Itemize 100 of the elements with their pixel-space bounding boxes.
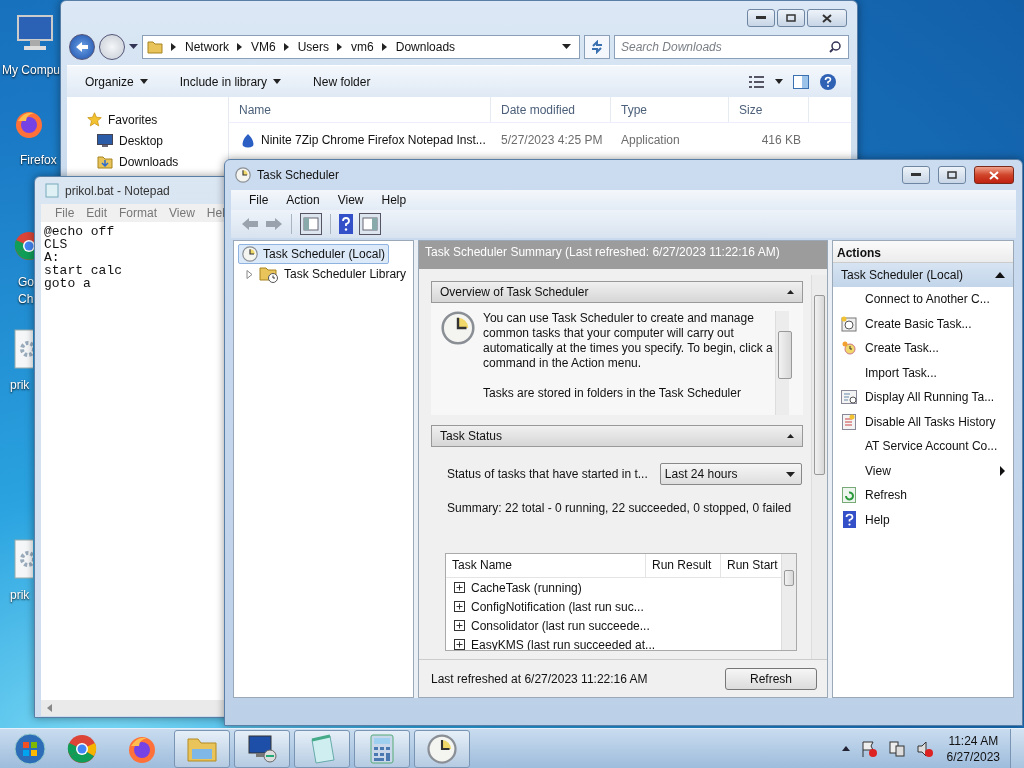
column-header[interactable]: Size	[729, 97, 809, 122]
task-name[interactable]: Consolidator (last run succeede...	[471, 618, 650, 633]
breadcrumb-item[interactable]: Users	[297, 40, 330, 54]
column-header[interactable]: Run Result	[646, 554, 721, 577]
show-desktop-button[interactable]	[1010, 728, 1024, 768]
collapse-arrow-icon[interactable]	[995, 272, 1005, 278]
action-pane-icon[interactable]	[359, 213, 381, 235]
column-header[interactable]: Type	[611, 97, 729, 122]
settings-file-icon[interactable]	[14, 329, 33, 369]
flag-icon[interactable]	[859, 739, 878, 758]
help-icon[interactable]	[819, 72, 837, 91]
task-command[interactable]: Refresh	[833, 483, 1013, 508]
task-command[interactable]: Display All Running Ta...	[833, 385, 1013, 410]
menu-item[interactable]: Hel	[206, 206, 225, 220]
caret-icon[interactable]	[775, 79, 783, 84]
task-command[interactable]: Create Task...	[833, 336, 1013, 361]
column-header[interactable]: Run Start	[721, 554, 781, 577]
refresh-button[interactable]	[584, 35, 610, 59]
scrollbar[interactable]	[41, 700, 227, 716]
menu-item[interactable]: Help	[381, 193, 407, 207]
minimize-button[interactable]	[747, 9, 775, 27]
period-dropdown[interactable]: Last 24 hours	[659, 463, 802, 485]
expand-icon[interactable]	[454, 620, 465, 631]
caret-icon[interactable]	[562, 44, 571, 50]
speaker-muted-icon[interactable]	[915, 739, 934, 758]
text-area[interactable]: @echo off CLS A: start calc goto a	[41, 222, 227, 700]
breadcrumb-item[interactable]: vm6	[351, 40, 374, 54]
task-name[interactable]: CacheTask (running)	[471, 580, 582, 595]
icon-label[interactable]: Firefox	[20, 152, 57, 169]
clock-date[interactable]: 6/27/2023	[946, 748, 1000, 765]
breadcrumb-item[interactable]: Downloads	[395, 40, 456, 54]
icon-label[interactable]: Ch	[18, 291, 34, 308]
scroll-left-icon[interactable]	[47, 704, 53, 712]
forward-button[interactable]	[99, 34, 125, 60]
task-command[interactable]: Disable All Tasks History	[833, 409, 1013, 434]
expand-arrow-icon[interactable]	[246, 269, 254, 279]
expand-icon[interactable]	[454, 639, 465, 650]
tray-expand-icon[interactable]	[841, 746, 850, 751]
tree-item[interactable]: Task Scheduler (Local)	[238, 244, 390, 264]
chevron-icon[interactable]	[381, 43, 388, 51]
chevron-icon[interactable]	[171, 43, 177, 51]
scrollbar[interactable]	[811, 275, 827, 659]
chevron-icon[interactable]	[337, 43, 344, 51]
column-header[interactable]: Task Name	[446, 554, 646, 577]
settings-file-icon[interactable]	[14, 539, 33, 579]
close-button[interactable]	[807, 9, 847, 27]
close-button[interactable]	[974, 166, 1014, 184]
scrollbar[interactable]	[775, 311, 789, 415]
view-list-icon[interactable]	[749, 75, 765, 88]
task-command[interactable]: Connect to Another C...	[833, 287, 1013, 312]
chevron-icon[interactable]	[283, 43, 290, 51]
task-command[interactable]: Create Basic Task...	[833, 311, 1013, 336]
taskbar-button[interactable]	[234, 729, 290, 768]
refresh-button[interactable]: Refresh	[725, 667, 817, 690]
menu-item[interactable]: Format	[119, 206, 158, 220]
expand-icon[interactable]	[454, 582, 465, 593]
preview-pane-icon[interactable]	[793, 74, 809, 89]
task-command[interactable]: AT Service Account Co...	[833, 434, 1013, 459]
menu-item[interactable]: View	[169, 206, 195, 220]
menu-item[interactable]: Action	[286, 193, 320, 207]
expand-icon[interactable]	[454, 601, 465, 612]
help-icon[interactable]	[339, 214, 353, 234]
nav-item[interactable]: Downloads	[119, 154, 179, 169]
network-icon[interactable]	[887, 739, 906, 758]
task-command[interactable]: Help	[833, 507, 1013, 532]
caret-icon[interactable]	[129, 44, 138, 50]
search-field[interactable]: Search Downloads	[614, 35, 849, 59]
maximize-button[interactable]	[777, 9, 805, 27]
icon-label[interactable]: My Compu	[2, 62, 60, 79]
breadcrumb-item[interactable]: VM6	[251, 40, 276, 54]
address-bar[interactable]: Network VM6 Users vm6 Downloads	[142, 35, 580, 59]
group-header[interactable]: Task Scheduler (Local)	[833, 263, 1013, 287]
toolbar-button[interactable]: Include in library	[171, 71, 290, 92]
collapse-arrow-icon[interactable]	[787, 434, 794, 438]
column-header[interactable]: Date modified	[491, 97, 611, 122]
clock-time[interactable]: 11:24 AM	[948, 732, 999, 749]
menu-item[interactable]: File	[249, 193, 269, 207]
file-name[interactable]: Ninite 7Zip Chrome Firefox Notepad Inst...	[261, 133, 486, 147]
menu-item[interactable]: Edit	[86, 206, 108, 220]
task-name[interactable]: ConfigNotification (last run suc...	[471, 599, 644, 614]
back-button[interactable]	[69, 34, 95, 60]
menu-item[interactable]: View	[337, 193, 364, 207]
chevron-icon[interactable]	[237, 43, 243, 51]
tree-item[interactable]: Task Scheduler Library	[259, 264, 407, 284]
minimize-button[interactable]	[902, 166, 930, 184]
nav-item[interactable]: Favorites	[108, 112, 158, 127]
section-header[interactable]: Overview of Task Scheduler	[431, 281, 803, 303]
taskbar-button[interactable]	[354, 729, 410, 768]
task-command[interactable]: View	[833, 458, 1013, 483]
toolbar-button[interactable]: New folder	[305, 71, 379, 92]
breadcrumb-item[interactable]: Network	[185, 40, 229, 54]
collapse-arrow-icon[interactable]	[787, 290, 794, 294]
column-header[interactable]: Name	[229, 97, 491, 122]
toolbar-button[interactable]: Organize	[77, 71, 156, 92]
maximize-button[interactable]	[938, 166, 966, 184]
section-header[interactable]: Task Status	[431, 425, 803, 447]
task-command[interactable]: Import Task...	[833, 360, 1013, 385]
menu-item[interactable]: File	[55, 206, 75, 220]
scrollbar[interactable]	[781, 554, 796, 650]
nav-item[interactable]: Desktop	[119, 133, 164, 148]
